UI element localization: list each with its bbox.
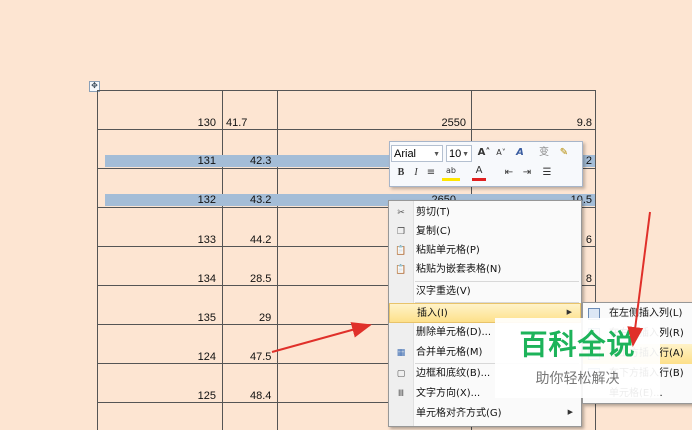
annotation-arrow	[627, 211, 651, 347]
annotation-arrow	[271, 322, 372, 353]
annotation-arrows	[271, 211, 651, 353]
